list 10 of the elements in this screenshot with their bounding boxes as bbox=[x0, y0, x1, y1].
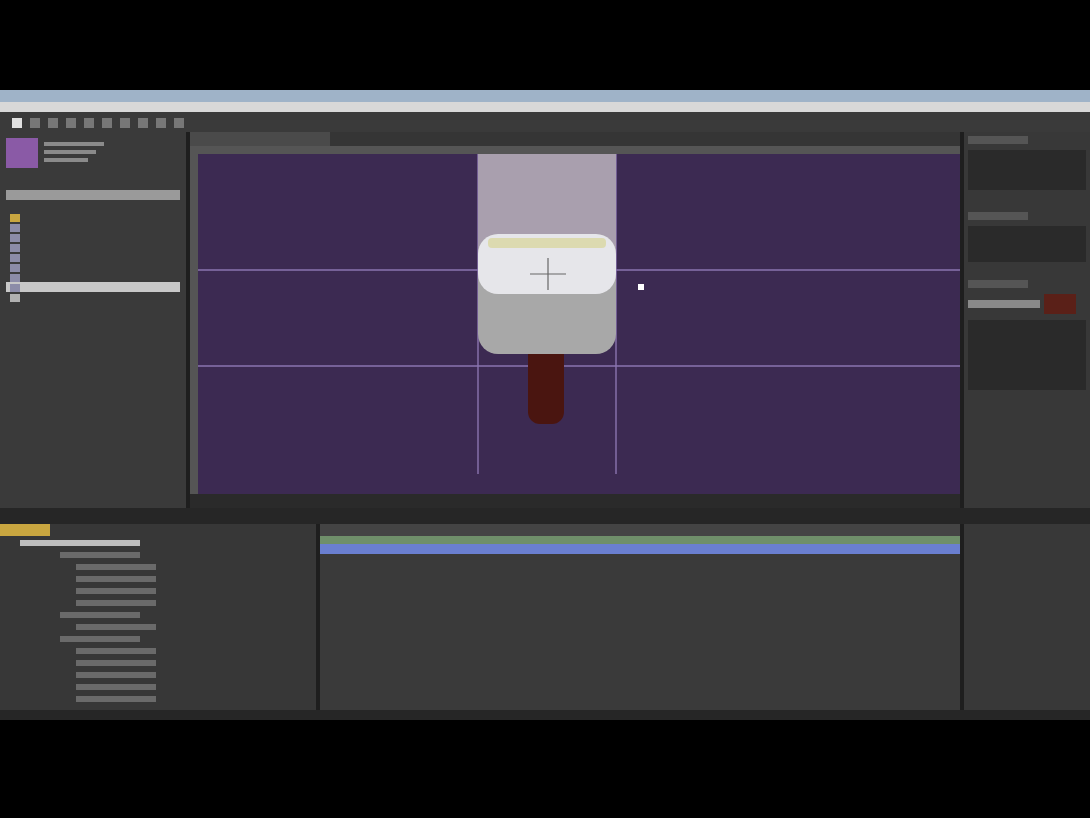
time-display bbox=[0, 524, 50, 536]
info-line bbox=[44, 150, 96, 154]
info-line bbox=[44, 142, 104, 146]
color-swatch[interactable] bbox=[1044, 294, 1076, 314]
folder-icon bbox=[10, 213, 20, 221]
search-field[interactable] bbox=[6, 190, 180, 200]
layer-row[interactable] bbox=[20, 539, 140, 545]
tool-button[interactable] bbox=[12, 117, 22, 127]
font-field[interactable] bbox=[968, 300, 1040, 308]
info-line bbox=[44, 158, 88, 162]
